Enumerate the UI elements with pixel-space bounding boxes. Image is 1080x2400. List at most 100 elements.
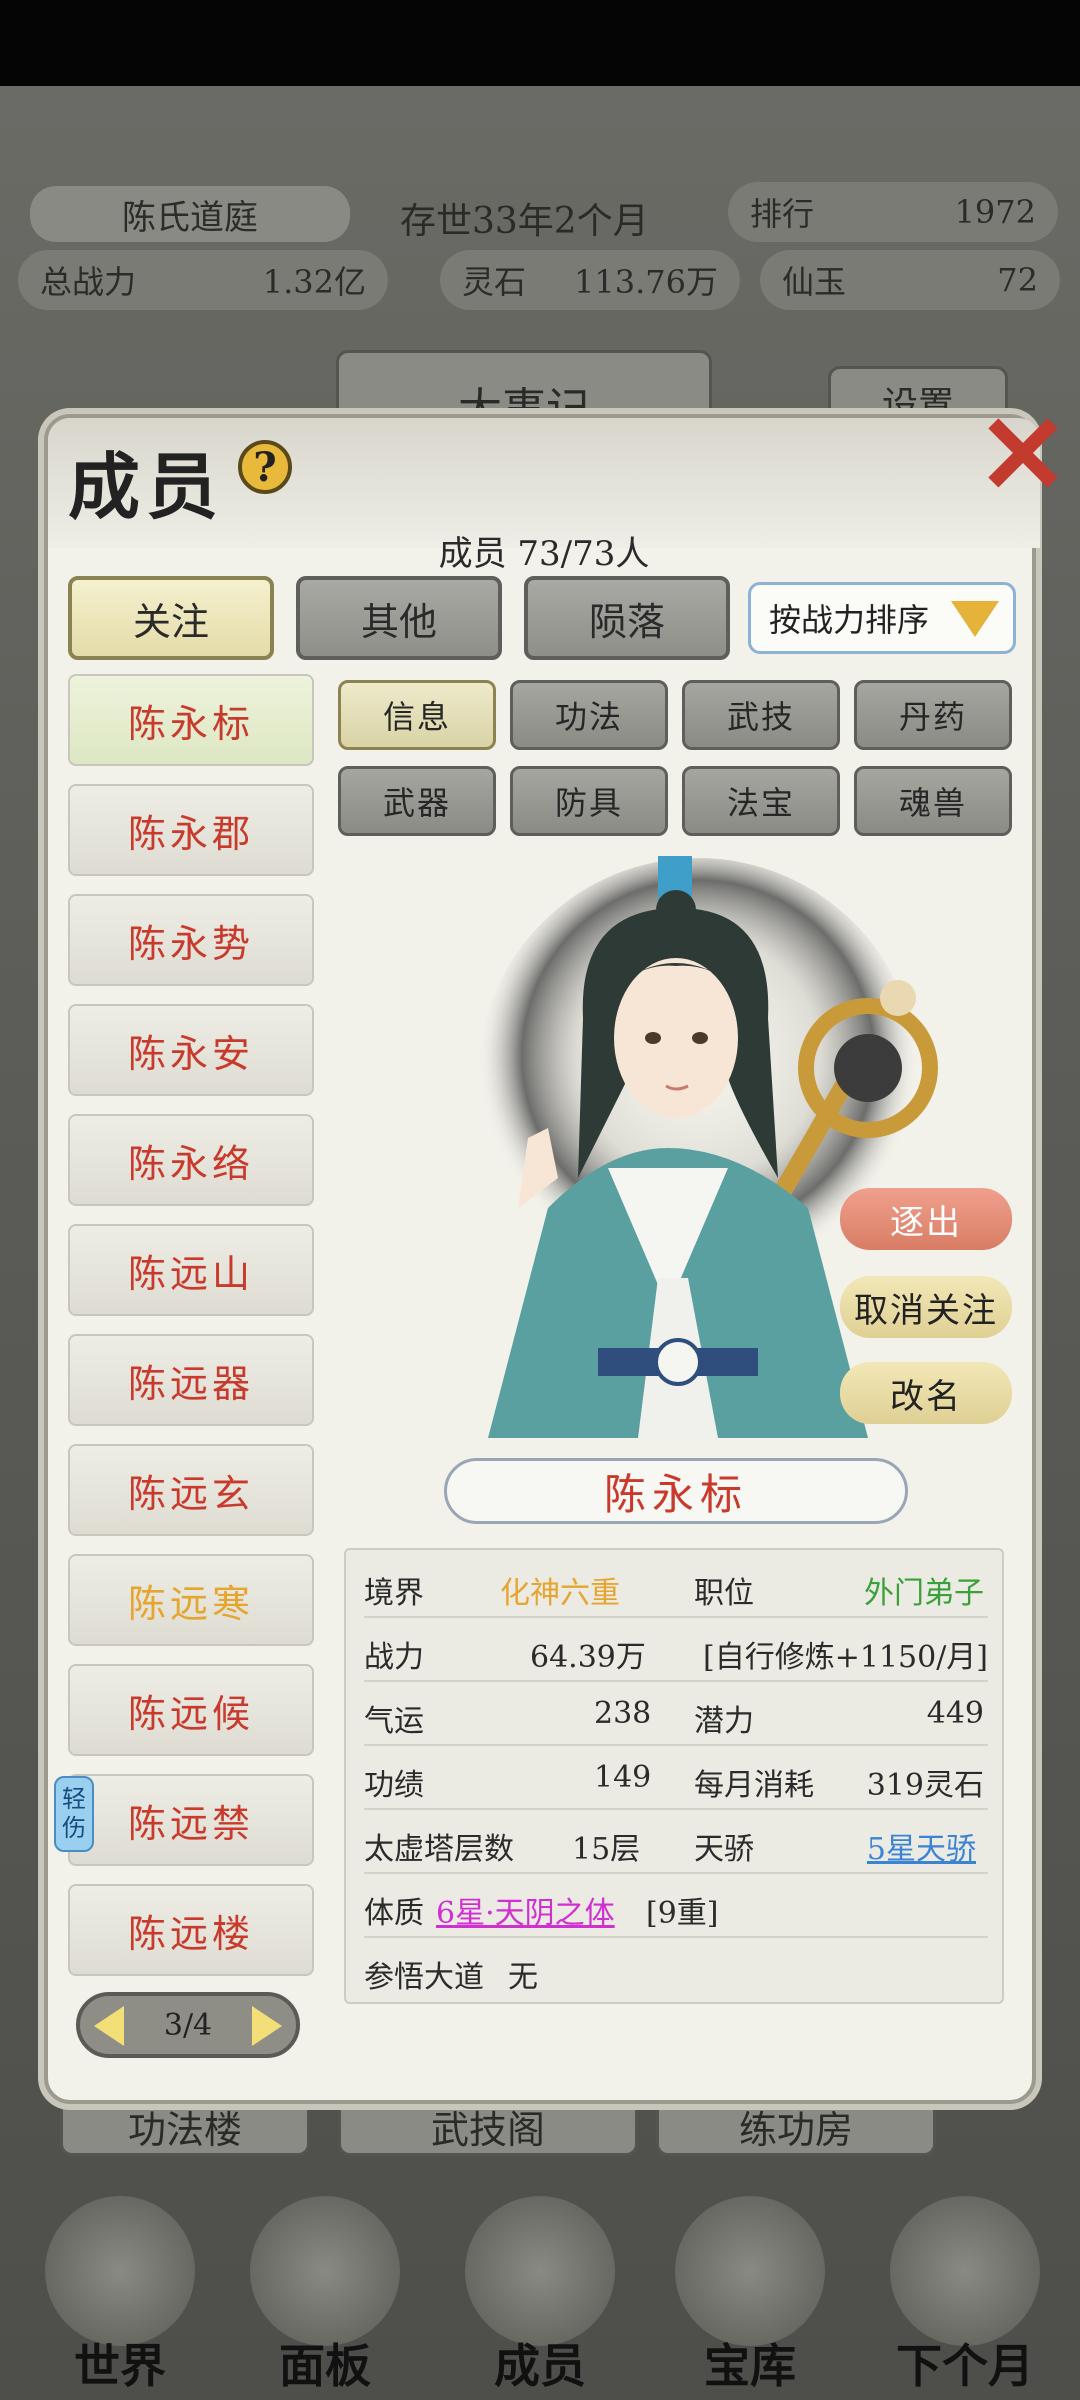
jade-value: 72 [997, 261, 1038, 299]
close-button[interactable]: ✕ [968, 400, 1078, 510]
member-item[interactable]: 陈永势 [68, 894, 314, 986]
potential-value: 449 [926, 1696, 984, 1731]
next-page-icon[interactable] [252, 2006, 282, 2046]
help-icon[interactable]: ? [238, 440, 292, 494]
talent-label: 天骄 [694, 1832, 754, 1867]
page-indicator: 3/4 [163, 2007, 213, 2043]
info-row: 气运 238 潜力 449 [364, 1682, 988, 1746]
physique-level: [9重] [646, 1896, 719, 1931]
subtab-soul-beast[interactable]: 魂兽 [854, 766, 1012, 836]
jade-stat: 仙玉 72 [760, 250, 1060, 310]
power-label: 总战力 [40, 263, 137, 301]
tower-value: 15层 [572, 1832, 641, 1867]
position-value: 外门弟子 [864, 1576, 984, 1611]
talent-value[interactable]: 5星天骄 [867, 1824, 976, 1868]
nav-members[interactable]: 成员 [440, 2196, 640, 2396]
dao-label: 参悟大道 [364, 1960, 484, 1995]
subtab-martial-skills[interactable]: 武技 [682, 680, 840, 750]
nav-world-label: 世界 [74, 2339, 166, 2393]
prev-page-icon[interactable] [94, 2006, 124, 2046]
tab-fallen[interactable]: 陨落 [524, 576, 730, 660]
status-bar [0, 0, 1080, 86]
subtab-techniques[interactable]: 功法 [510, 680, 668, 750]
realm-value: 化神六重 [500, 1576, 620, 1611]
luck-label: 气运 [364, 1704, 424, 1739]
member-item[interactable]: 陈远玄 [68, 1444, 314, 1536]
building-lianggong[interactable]: 练功房 [656, 2096, 936, 2156]
rank-stat: 排行 1972 [728, 182, 1058, 242]
building-wuji[interactable]: 武技阁 [338, 2096, 638, 2156]
cultivation-value: [自行修炼+1150/月] [703, 1640, 988, 1675]
info-row: 体质 6星·天阴之体 [9重] [364, 1874, 988, 1938]
character-portrait [478, 856, 938, 1438]
sort-dropdown[interactable]: 按战力排序 [748, 582, 1016, 654]
rank-value: 1972 [954, 193, 1036, 231]
member-item[interactable]: 陈远楼 [68, 1884, 314, 1976]
consume-label: 每月消耗 [694, 1768, 814, 1803]
dao-value: 无 [508, 1960, 538, 1995]
info-row: 境界 化神六重 职位 外门弟子 [364, 1554, 988, 1618]
member-count: 成员 73/73人 [438, 534, 650, 574]
member-item[interactable]: 陈永郡 [68, 784, 314, 876]
spirit-stone-value: 113.76万 [574, 263, 718, 301]
merit-label: 功绩 [364, 1768, 424, 1803]
selected-member-name: 陈永标 [444, 1458, 908, 1524]
injury-badge-char: 伤 [62, 1814, 86, 1842]
realm-label: 境界 [364, 1576, 424, 1611]
tab-following[interactable]: 关注 [68, 576, 274, 660]
members-modal: 成员 ? ✕ 成员 73/73人 关注 其他 陨落 按战力排序 陈永标 陈永郡 … [44, 400, 1069, 2104]
chevron-down-icon [951, 601, 999, 637]
nav-treasury[interactable]: 宝库 [650, 2196, 850, 2396]
info-row: 战力 64.39万 [自行修炼+1150/月] [364, 1618, 988, 1682]
subtab-weapon[interactable]: 武器 [338, 766, 496, 836]
member-item[interactable]: 陈远器 [68, 1334, 314, 1426]
existence-text: 存世33年2个月 [400, 201, 649, 242]
physique-label: 体质 [364, 1896, 424, 1931]
injury-badge-char: 轻 [62, 1785, 86, 1814]
unfollow-button[interactable]: 取消关注 [840, 1276, 1012, 1338]
member-item[interactable]: 陈永安 [68, 1004, 314, 1096]
nav-next-month[interactable]: 下个月 [860, 2196, 1070, 2396]
power-value: 1.32亿 [262, 263, 366, 301]
subtab-info[interactable]: 信息 [338, 680, 496, 750]
power-value: 64.39万 [530, 1640, 646, 1675]
rank-label: 排行 [750, 195, 815, 233]
sort-label: 按战力排序 [769, 601, 930, 639]
nav-next-month-label: 下个月 [896, 2339, 1034, 2393]
member-item[interactable]: 陈远寒 [68, 1554, 314, 1646]
subtab-armor[interactable]: 防具 [510, 766, 668, 836]
position-label: 职位 [694, 1576, 754, 1611]
luck-value: 238 [594, 1696, 652, 1731]
member-item[interactable]: 陈永络 [68, 1114, 314, 1206]
nav-members-label: 成员 [494, 2339, 586, 2393]
modal-title: 成员 [68, 444, 225, 529]
info-row: 参悟大道 无 [364, 1938, 988, 2002]
injury-badge: 轻 伤 [54, 1776, 94, 1852]
nav-panel-label: 面板 [279, 2339, 371, 2393]
subtab-pills[interactable]: 丹药 [854, 680, 1012, 750]
nav-world[interactable]: 世界 [20, 2196, 220, 2396]
rename-button[interactable]: 改名 [840, 1362, 1012, 1424]
spirit-stone-label: 灵石 [462, 263, 527, 301]
info-row: 太虚塔层数 15层 天骄 5星天骄 [364, 1810, 988, 1874]
sect-name: 陈氏道庭 [30, 186, 350, 242]
member-item[interactable]: 陈远禁 [68, 1774, 314, 1866]
power-stat: 总战力 1.32亿 [18, 250, 388, 310]
member-item[interactable]: 陈远山 [68, 1224, 314, 1316]
member-item[interactable]: 陈永标 [68, 674, 314, 766]
merit-value: 149 [594, 1760, 652, 1795]
building-gongfa[interactable]: 功法楼 [60, 2096, 310, 2156]
member-item[interactable]: 陈远候 [68, 1664, 314, 1756]
nav-panel[interactable]: 面板 [230, 2196, 420, 2396]
pager: 3/4 [76, 1992, 300, 2058]
potential-label: 潜力 [694, 1704, 754, 1739]
info-row: 功绩 149 每月消耗 319灵石 [364, 1746, 988, 1810]
member-info-table: 境界 化神六重 职位 外门弟子 战力 64.39万 [自行修炼+1150/月] … [344, 1548, 1004, 2004]
expel-button[interactable]: 逐出 [840, 1188, 1012, 1250]
physique-value[interactable]: 6星·天阴之体 [436, 1888, 615, 1932]
consume-value: 319灵石 [866, 1768, 984, 1803]
tower-label: 太虚塔层数 [364, 1832, 514, 1867]
tab-others[interactable]: 其他 [296, 576, 502, 660]
power-label: 战力 [364, 1640, 424, 1675]
subtab-artifact[interactable]: 法宝 [682, 766, 840, 836]
